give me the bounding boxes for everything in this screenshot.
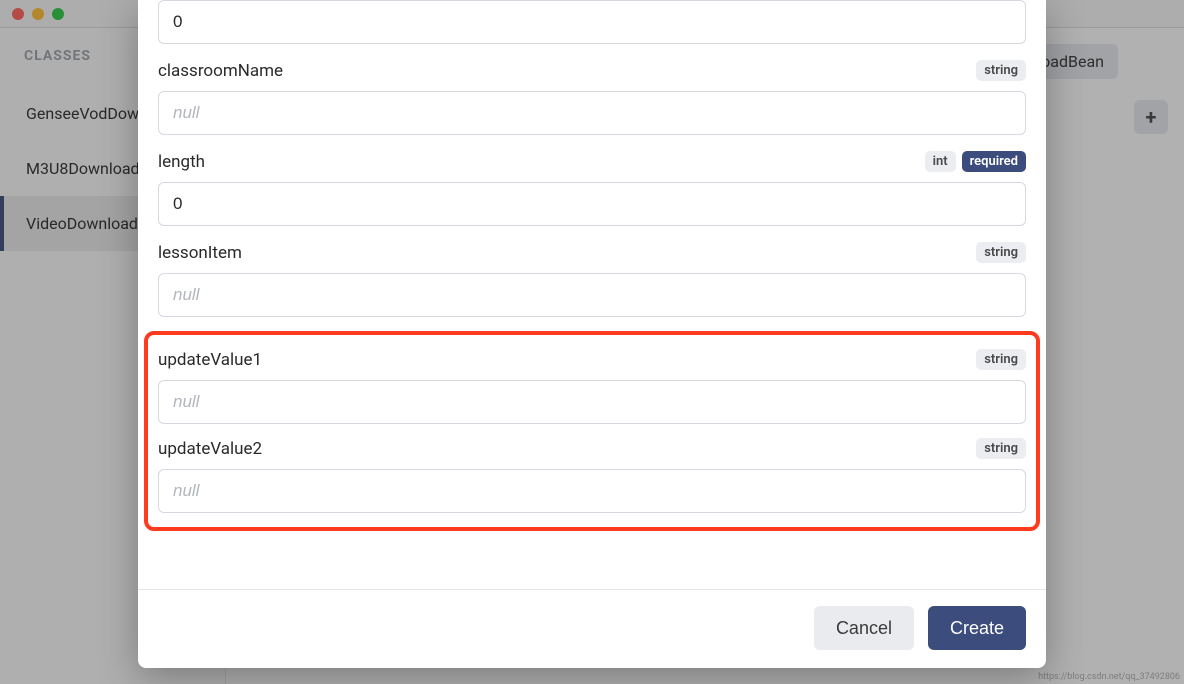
field-input-updatevalue1[interactable] bbox=[158, 380, 1026, 424]
modal-footer: Cancel Create bbox=[138, 589, 1046, 668]
field-input-length[interactable] bbox=[158, 182, 1026, 226]
field-label: length bbox=[158, 152, 205, 172]
field-label: updateValue1 bbox=[158, 350, 262, 370]
create-object-modal: classroomName string length int required… bbox=[138, 0, 1046, 668]
type-tags: int required bbox=[925, 151, 1026, 172]
field-group-updatevalue1: updateValue1 string bbox=[158, 349, 1026, 424]
type-tags: string bbox=[976, 242, 1026, 263]
type-tags: string bbox=[976, 60, 1026, 81]
field-group-updatevalue2: updateValue2 string bbox=[158, 438, 1026, 513]
tag-int: int bbox=[925, 151, 956, 172]
field-group bbox=[158, 0, 1026, 44]
field-label: updateValue2 bbox=[158, 439, 262, 459]
highlighted-fields: updateValue1 string updateValue2 string bbox=[144, 331, 1040, 531]
tag-string: string bbox=[976, 438, 1026, 459]
field-input-classroomname[interactable] bbox=[158, 91, 1026, 135]
tag-string: string bbox=[976, 60, 1026, 81]
field-group-lessonitem: lessonItem string bbox=[158, 242, 1026, 317]
tag-string: string bbox=[976, 349, 1026, 370]
type-tags: string bbox=[976, 438, 1026, 459]
field-input-updatevalue2[interactable] bbox=[158, 469, 1026, 513]
field-input-lessonitem[interactable] bbox=[158, 273, 1026, 317]
field-group-length: length int required bbox=[158, 151, 1026, 226]
field-group-classroomname: classroomName string bbox=[158, 60, 1026, 135]
field-label: classroomName bbox=[158, 61, 283, 81]
cancel-button[interactable]: Cancel bbox=[814, 606, 914, 650]
type-tags: string bbox=[976, 349, 1026, 370]
label-row: updateValue1 string bbox=[158, 349, 1026, 370]
label-row: updateValue2 string bbox=[158, 438, 1026, 459]
label-row: classroomName string bbox=[158, 60, 1026, 81]
label-row: length int required bbox=[158, 151, 1026, 172]
label-row: lessonItem string bbox=[158, 242, 1026, 263]
create-button[interactable]: Create bbox=[928, 606, 1026, 650]
watermark: https://blog.csdn.net/qq_37492806 bbox=[1038, 672, 1180, 682]
tag-required: required bbox=[962, 151, 1026, 172]
modal-body: classroomName string length int required… bbox=[138, 0, 1046, 589]
field-label: lessonItem bbox=[158, 243, 242, 263]
tag-string: string bbox=[976, 242, 1026, 263]
field-input-0[interactable] bbox=[158, 0, 1026, 44]
